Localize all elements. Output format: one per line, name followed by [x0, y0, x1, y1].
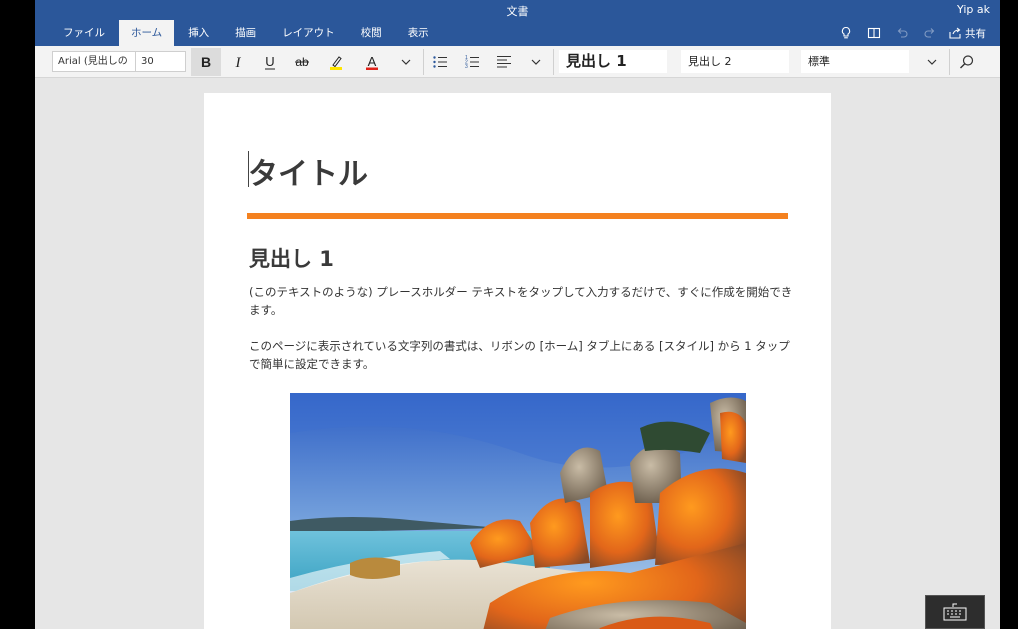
document-title: 文書 [506, 5, 529, 18]
strikethrough-icon: ab [295, 55, 309, 69]
underline-icon: U [265, 54, 275, 70]
chevron-down-icon [401, 59, 411, 65]
body-paragraph-1[interactable]: (このテキストのような) プレースホルダー テキストをタップして入力するだけで、… [249, 283, 794, 319]
style-heading1[interactable]: 見出し 1 [559, 50, 667, 73]
svg-text:A: A [368, 54, 377, 69]
bullet-list-icon [433, 56, 447, 68]
italic-button[interactable]: I [223, 48, 253, 76]
undo-icon[interactable] [888, 22, 916, 44]
numbering-button[interactable]: 123 [457, 48, 487, 76]
align-left-icon [497, 56, 511, 68]
keyboard-icon [943, 603, 967, 621]
document-heading-title[interactable]: タイトル [248, 149, 368, 193]
style-normal[interactable]: 標準 [801, 50, 909, 73]
tab-layout[interactable]: レイアウト [270, 20, 347, 46]
ribbon-tabs: ファイル ホーム 挿入 描画 レイアウト 校閲 表示 [51, 20, 443, 46]
home-toolbar: Arial (見出しの 30 B I U ab A 123 見出し 1 見出し … [35, 46, 1000, 78]
heading-1[interactable]: 見出し 1 [249, 243, 334, 273]
body-paragraph-2[interactable]: このページに表示されている文字列の書式は、リボンの [ホーム] タブ上にある [… [249, 337, 794, 373]
toolbar-divider [423, 49, 424, 75]
chevron-down-icon [531, 59, 541, 65]
inserted-photo[interactable] [290, 393, 746, 629]
font-size-input[interactable]: 30 [135, 51, 186, 72]
document-page[interactable]: タイトル 見出し 1 (このテキストのような) プレースホルダー テキストをタッ… [204, 93, 831, 629]
italic-icon: I [235, 55, 242, 71]
word-app-window: 文書 Yip ak ファイル ホーム 挿入 描画 レイアウト 校閲 表示 共有 … [35, 0, 1000, 629]
tab-draw[interactable]: 描画 [223, 20, 268, 46]
bullets-button[interactable] [425, 48, 455, 76]
highlighter-icon [330, 56, 342, 70]
tab-insert[interactable]: 挿入 [176, 20, 221, 46]
strikethrough-button[interactable]: ab [287, 48, 317, 76]
tab-home[interactable]: ホーム [119, 20, 175, 46]
chevron-down-icon [927, 59, 937, 65]
share-button[interactable]: 共有 [948, 26, 986, 41]
tab-review[interactable]: 校閲 [349, 20, 394, 46]
svg-text:I: I [235, 55, 242, 71]
user-account-name[interactable]: Yip ak [957, 3, 990, 16]
redo-icon[interactable] [916, 22, 944, 44]
search-button[interactable] [952, 48, 982, 76]
font-color-button[interactable]: A [357, 48, 387, 76]
font-options-dropdown[interactable] [391, 48, 421, 76]
lightbulb-icon[interactable] [832, 22, 860, 44]
share-icon [949, 27, 961, 39]
search-icon [960, 55, 974, 69]
tab-file[interactable]: ファイル [51, 20, 117, 46]
underline-button[interactable]: U [255, 48, 285, 76]
style-heading2[interactable]: 見出し 2 [681, 50, 789, 73]
bold-icon: B [201, 54, 211, 70]
numbered-list-icon: 123 [465, 55, 479, 70]
toolbar-divider [949, 49, 950, 75]
share-label: 共有 [965, 27, 986, 40]
svg-text:3: 3 [465, 64, 468, 70]
book-icon[interactable] [860, 22, 888, 44]
bold-button[interactable]: B [191, 48, 221, 76]
toolbar-divider [553, 49, 554, 75]
styles-dropdown[interactable] [917, 48, 947, 76]
align-button[interactable] [489, 48, 519, 76]
title-actions: 共有 [832, 22, 986, 44]
svg-text:U: U [265, 54, 274, 69]
title-underline-rule [247, 213, 788, 219]
tab-view[interactable]: 表示 [396, 20, 441, 46]
document-canvas[interactable]: タイトル 見出し 1 (このテキストのような) プレースホルダー テキストをタッ… [35, 78, 1000, 629]
font-color-icon: A [366, 54, 378, 70]
touch-keyboard-button[interactable] [925, 595, 985, 629]
svg-text:B: B [201, 54, 211, 70]
font-name-input[interactable]: Arial (見出しの [52, 51, 136, 72]
paragraph-options-dropdown[interactable] [521, 48, 551, 76]
title-bar: 文書 Yip ak ファイル ホーム 挿入 描画 レイアウト 校閲 表示 共有 [35, 0, 1000, 46]
highlight-button[interactable] [321, 48, 351, 76]
